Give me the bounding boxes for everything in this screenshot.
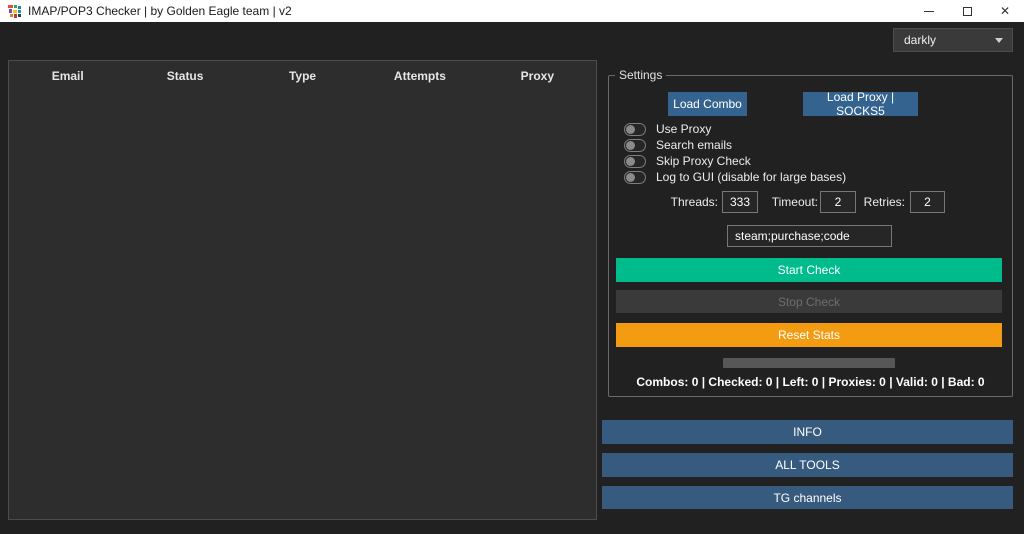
theme-dropdown-value: darkly bbox=[904, 33, 995, 47]
progress-bar bbox=[723, 358, 895, 368]
app-icon bbox=[8, 5, 21, 18]
theme-dropdown[interactable]: darkly bbox=[893, 28, 1013, 52]
threads-input[interactable] bbox=[722, 191, 758, 213]
keywords-input[interactable] bbox=[727, 225, 892, 247]
settings-legend: Settings bbox=[615, 68, 666, 82]
chevron-down-icon bbox=[995, 38, 1003, 43]
column-header-type: Type bbox=[244, 69, 361, 83]
maximize-button[interactable] bbox=[948, 0, 986, 22]
search-emails-toggle[interactable]: Search emails bbox=[624, 137, 732, 153]
search-emails-label: Search emails bbox=[656, 138, 732, 152]
app-window: IMAP/POP3 Checker | by Golden Eagle team… bbox=[0, 0, 1024, 534]
log-to-gui-label: Log to GUI (disable for large bases) bbox=[656, 170, 846, 184]
column-header-attempts: Attempts bbox=[361, 69, 478, 83]
toggle-off-icon bbox=[624, 155, 646, 168]
use-proxy-label: Use Proxy bbox=[656, 122, 711, 136]
all-tools-button[interactable]: ALL TOOLS bbox=[602, 453, 1013, 477]
minimize-button[interactable] bbox=[910, 0, 948, 22]
reset-stats-button[interactable]: Reset Stats bbox=[616, 323, 1002, 347]
stop-check-button[interactable]: Stop Check bbox=[616, 290, 1002, 313]
stats-line: Combos: 0 | Checked: 0 | Left: 0 | Proxi… bbox=[608, 375, 1013, 389]
column-header-proxy: Proxy bbox=[479, 69, 596, 83]
toggle-off-icon bbox=[624, 139, 646, 152]
results-table-header: Email Status Type Attempts Proxy bbox=[9, 61, 596, 91]
close-button[interactable]: ✕ bbox=[986, 0, 1024, 22]
column-header-status: Status bbox=[126, 69, 243, 83]
maximize-icon bbox=[963, 7, 972, 16]
use-proxy-toggle[interactable]: Use Proxy bbox=[624, 121, 711, 137]
log-to-gui-toggle[interactable]: Log to GUI (disable for large bases) bbox=[624, 169, 846, 185]
timeout-input[interactable] bbox=[820, 191, 856, 213]
threads-label: Threads: bbox=[648, 195, 718, 209]
toggle-off-icon bbox=[624, 171, 646, 184]
tg-channels-button[interactable]: TG channels bbox=[602, 486, 1013, 509]
retries-input[interactable] bbox=[910, 191, 945, 213]
column-header-email: Email bbox=[9, 69, 126, 83]
load-combo-button[interactable]: Load Combo bbox=[668, 92, 747, 116]
retries-label: Retries: bbox=[858, 195, 905, 209]
info-button[interactable]: INFO bbox=[602, 420, 1013, 444]
window-title: IMAP/POP3 Checker | by Golden Eagle team… bbox=[28, 4, 292, 18]
timeout-label: Timeout: bbox=[763, 195, 818, 209]
skip-proxy-check-toggle[interactable]: Skip Proxy Check bbox=[624, 153, 751, 169]
toggle-off-icon bbox=[624, 123, 646, 136]
skip-proxy-check-label: Skip Proxy Check bbox=[656, 154, 751, 168]
titlebar: IMAP/POP3 Checker | by Golden Eagle team… bbox=[0, 0, 1024, 22]
results-table[interactable]: Email Status Type Attempts Proxy bbox=[8, 60, 597, 520]
close-icon: ✕ bbox=[1000, 5, 1010, 17]
start-check-button[interactable]: Start Check bbox=[616, 258, 1002, 282]
load-proxy-button[interactable]: Load Proxy | SOCKS5 bbox=[803, 92, 918, 116]
minimize-icon bbox=[924, 11, 934, 12]
